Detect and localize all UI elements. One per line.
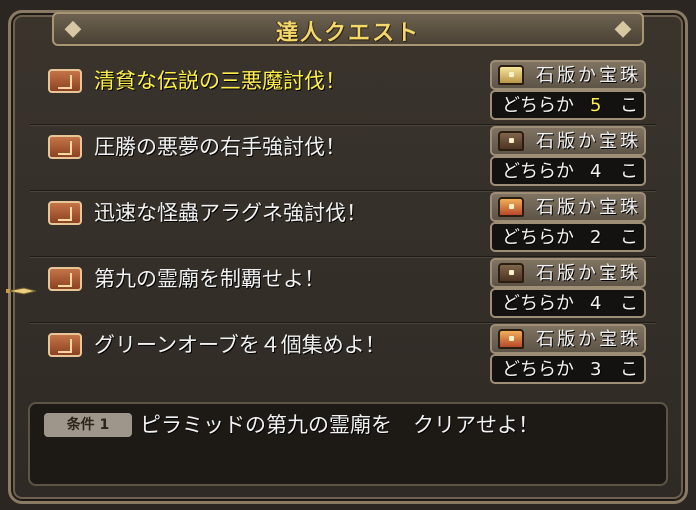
quest-title: 圧勝の悪夢の右手強討伐！ [94, 135, 346, 159]
reward-count: 4 [590, 293, 602, 314]
quest-title: 第九の霊廟を制覇せよ！ [94, 267, 325, 291]
reward-name: 石版か宝珠 [536, 263, 641, 284]
reward-name-plate: 石版か宝珠 [490, 126, 646, 156]
scroll-icon [48, 135, 82, 159]
quest-row-2[interactable]: 圧勝の悪夢の右手強討伐！ 石版か宝珠 どちらか 4 こ [30, 124, 656, 191]
reward-prefix: どちらか 3 こ [502, 359, 638, 380]
window-title: 達人クエスト [275, 21, 420, 46]
dark-chest-icon [498, 263, 524, 283]
reward-prefix: どちらか 4 こ [502, 293, 638, 314]
reward-unit: こ [620, 359, 638, 380]
reward-name: 石版か宝珠 [536, 131, 641, 152]
reward-count-plate: どちらか 5 こ [490, 90, 646, 120]
dark-chest-icon [498, 131, 524, 151]
reward-unit: こ [620, 293, 638, 314]
condition-panel: 条件 1 ピラミッドの第九の霊廟を クリアせよ！ [28, 402, 668, 486]
reward-name: 石版か宝珠 [536, 65, 641, 86]
quest-title: 清貧な伝説の三悪魔討伐！ [94, 69, 346, 93]
reward-prefix: どちらか 4 こ [502, 161, 638, 182]
quest-title: 迅速な怪蟲アラグネ強討伐！ [94, 201, 367, 225]
reward-prefix: どちらか 5 こ [502, 95, 638, 116]
scroll-icon [48, 267, 82, 291]
quest-row-3[interactable]: 迅速な怪蟲アラグネ強討伐！ 石版か宝珠 どちらか 2 こ [30, 190, 656, 257]
right-ornament-icon: ◆ [614, 16, 632, 41]
quest-row-4[interactable]: 第九の霊廟を制覇せよ！ 石版か宝珠 どちらか 4 こ [30, 256, 656, 323]
reward-unit: こ [620, 227, 638, 248]
reward-unit: こ [620, 161, 638, 182]
reward-count-plate: どちらか 4 こ [490, 288, 646, 318]
reward-name: 石版か宝珠 [536, 197, 641, 218]
reward-count-plate: どちらか 2 こ [490, 222, 646, 252]
condition-text: ピラミッドの第九の霊廟を クリアせよ！ [140, 413, 539, 437]
scroll-icon [48, 201, 82, 225]
gold-chest-icon [498, 65, 524, 85]
reward-name-plate: 石版か宝珠 [490, 258, 646, 288]
reward-count-plate: どちらか 4 こ [490, 156, 646, 186]
scroll-icon [48, 333, 82, 357]
condition-label: 条件 1 [44, 413, 132, 437]
reward-name: 石版か宝珠 [536, 329, 641, 350]
reward-count: 2 [590, 227, 602, 248]
red-chest-icon [498, 197, 524, 217]
quest-row-5[interactable]: グリーンオーブを４個集めよ！ 石版か宝珠 どちらか 3 こ [30, 322, 656, 388]
scroll-icon [48, 69, 82, 93]
reward-count: 3 [590, 359, 602, 380]
quest-title: グリーンオーブを４個集めよ！ [94, 333, 386, 357]
reward-name-plate: 石版か宝珠 [490, 192, 646, 222]
reward-prefix: どちらか 2 こ [502, 227, 638, 248]
quest-row-1[interactable]: 清貧な伝説の三悪魔討伐！ 石版か宝珠 どちらか 5 こ [30, 58, 656, 125]
title-plate: ◆ 達人クエスト ◆ [52, 12, 644, 46]
reward-name-plate: 石版か宝珠 [490, 60, 646, 90]
reward-count-plate: どちらか 3 こ [490, 354, 646, 384]
reward-unit: こ [620, 95, 638, 116]
reward-count: 5 [590, 95, 602, 116]
reward-count: 4 [590, 161, 602, 182]
reward-name-plate: 石版か宝珠 [490, 324, 646, 354]
red-chest-icon [498, 329, 524, 349]
